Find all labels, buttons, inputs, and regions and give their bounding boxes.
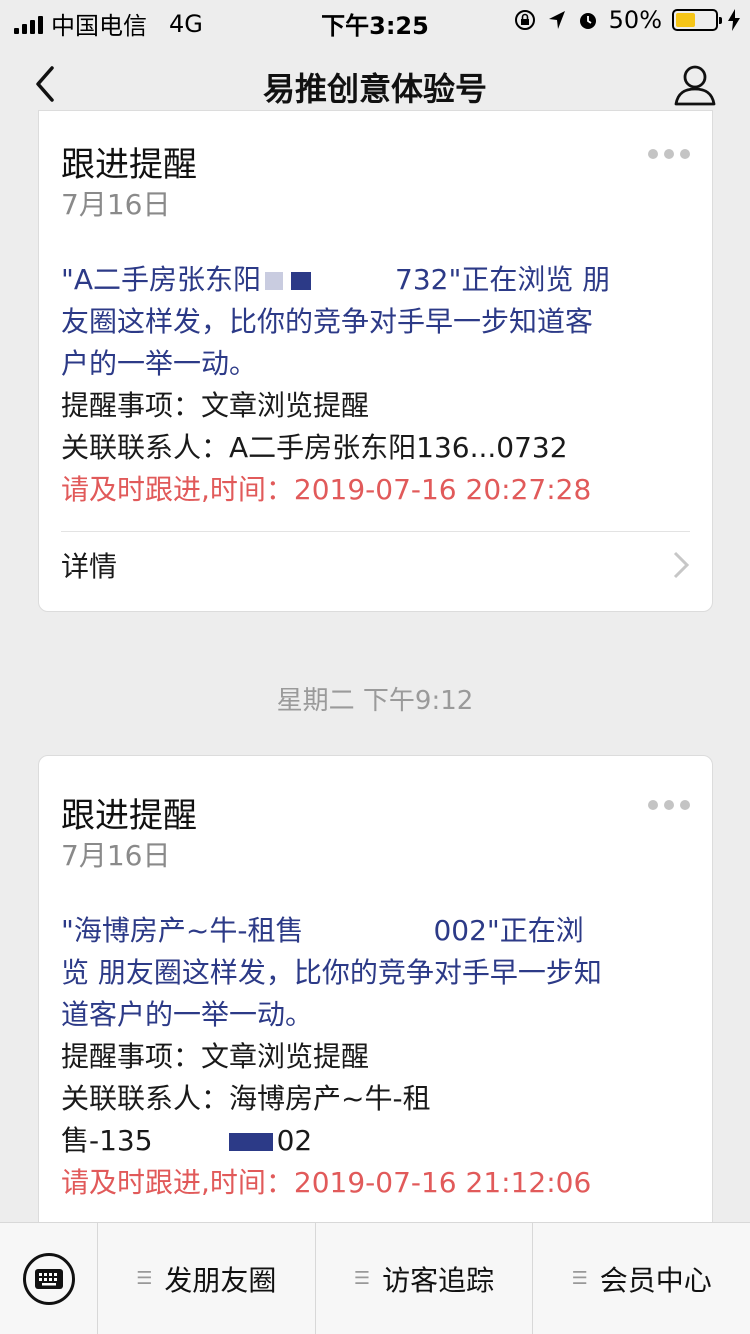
more-options-icon[interactable] (648, 149, 690, 159)
location-arrow-icon (548, 11, 565, 29)
card-date: 7月16日 (61, 188, 171, 221)
chat-timestamp: 星期二 下午9:12 (276, 686, 474, 716)
status-right: 50% (513, 6, 740, 34)
menu-list-icon: ☰ (353, 1268, 371, 1289)
menu-member-center[interactable]: ☰ 会员中心 (533, 1223, 750, 1334)
charging-bolt-icon (728, 9, 740, 31)
related-contact: 关联联系人：海博房产~牛-租 (61, 1082, 431, 1115)
card-body: "海博房产~牛-租售 002"正在浏 览 朋友圈这样发，比你的竞争对手早一步知 道… (61, 910, 691, 1204)
divider (61, 531, 690, 532)
menu-list-icon: ☰ (136, 1268, 153, 1289)
rotation-lock-icon (514, 10, 535, 30)
redaction-mark (228, 1133, 273, 1151)
message-line: "A二手房张东阳 732"正在浏览 朋 (61, 263, 611, 296)
card-body: "A二手房张东阳 732"正在浏览 朋 友圈这样发，比你的竞争对手早一步知道客 户… (61, 259, 691, 511)
message-line: 览 朋友圈这样发，比你的竞争对手早一步知 (61, 956, 602, 989)
detail-link[interactable]: 详情 (61, 535, 690, 595)
menu-visitor-tracking[interactable]: ☰ 访客追踪 (316, 1223, 534, 1334)
page-title: 易推创意体验号 (262, 70, 487, 108)
keyboard-toggle-button[interactable] (0, 1223, 98, 1334)
chevron-right-icon (673, 551, 690, 579)
card-title: 跟进提醒 (61, 145, 197, 185)
related-contact-cont: 售-135 02 (61, 1124, 313, 1157)
followup-time: 请及时跟进,时间：2019-07-16 20:27:28 (61, 473, 592, 506)
menu-post-moments[interactable]: ☰ 发朋友圈 (98, 1223, 316, 1334)
redaction-mark (291, 272, 312, 290)
message-line: "海博房产~牛-租售 002"正在浏 (61, 914, 584, 947)
alarm-icon (579, 13, 596, 29)
menu-label: 发朋友圈 (164, 1263, 277, 1297)
more-options-icon[interactable] (648, 800, 690, 810)
message-line: 户的一举一动。 (61, 347, 258, 380)
redaction-mark (265, 272, 284, 290)
detail-label: 详情 (61, 550, 118, 583)
menu-label: 会员中心 (599, 1263, 712, 1297)
status-bar: 中国电信 4G 下午3:25 50% (0, 0, 750, 40)
reminder-item: 提醒事项：文章浏览提醒 (61, 389, 370, 422)
bottom-menu-bar: ☰ 发朋友圈 ☰ 访客追踪 ☰ 会员中心 (0, 1222, 750, 1334)
card-date: 7月16日 (61, 839, 171, 872)
related-contact: 关联联系人：A二手房张东阳136...0732 (61, 431, 568, 464)
profile-icon[interactable] (672, 62, 718, 108)
battery-icon (672, 9, 722, 31)
followup-time: 请及时跟进,时间：2019-07-16 21:12:06 (61, 1166, 592, 1199)
reminder-item: 提醒事项：文章浏览提醒 (61, 1040, 370, 1073)
followup-card: 跟进提醒 7月16日 "A二手房张东阳 732"正在浏览 朋 友圈这样发，比你的竞… (38, 110, 713, 612)
followup-card: 跟进提醒 7月16日 "海博房产~牛-租售 002"正在浏 览 朋友圈这样发，比你… (38, 755, 713, 1235)
message-line: 道客户的一举一动。 (61, 998, 314, 1031)
card-title: 跟进提醒 (61, 796, 197, 836)
message-line: 友圈这样发，比你的竞争对手早一步知道客 (61, 305, 594, 338)
menu-list-icon: ☰ (571, 1268, 588, 1289)
battery-percent: 50% (608, 6, 662, 34)
keyboard-icon (22, 1253, 75, 1305)
menu-label: 访客追踪 (382, 1263, 495, 1297)
